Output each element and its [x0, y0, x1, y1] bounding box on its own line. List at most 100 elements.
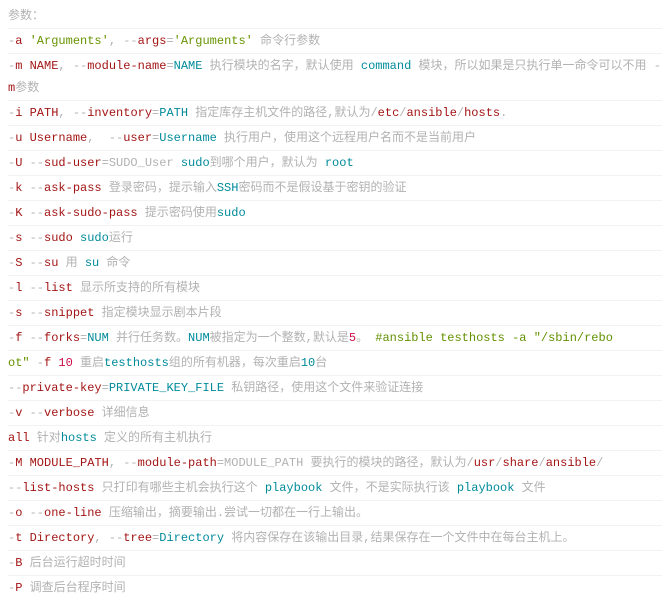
code-line-0: 参数： [8, 4, 662, 28]
token-grey: 指定库存主机文件的路径,默认为/ [188, 106, 378, 120]
token-sel: verbose [44, 406, 94, 420]
token-val: su [85, 256, 99, 270]
token-grey: 定义的所有主机执行 [97, 431, 212, 445]
token-val: hosts [61, 431, 97, 445]
token-grey: . [500, 106, 507, 120]
token-grey: 登录密码，提示输入 [102, 181, 217, 195]
token-grey [73, 231, 80, 245]
token-grey: / [539, 456, 546, 470]
token-val: sudo [181, 156, 210, 170]
token-grey: 调查后台程序时间 [22, 581, 125, 595]
token-grey: -- [22, 256, 44, 270]
token-sel: module-name [87, 59, 166, 73]
token-grey: , -- [58, 106, 87, 120]
code-line-17: -M MODULE_PATH, --module-path=MODULE_PAT… [8, 450, 662, 475]
code-line-7: -K --ask-sudo-pass 提示密码使用sudo [8, 200, 662, 225]
code-line-21: -B 后台运行超时时间 [8, 550, 662, 575]
code-line-10: -l --list 显示所支持的所有模块 [8, 275, 662, 300]
token-grey: 重启 [73, 356, 104, 370]
token-sel: module-path [138, 456, 217, 470]
token-grey: 组的所有机器，每次重启 [169, 356, 301, 370]
token-grey: 被指定为一个整数,默认是 [210, 331, 349, 345]
token-grey: 详细信息 [94, 406, 149, 420]
token-grey: 执行模块的名字，默认使用 [202, 59, 360, 73]
token-sel: all [8, 431, 30, 445]
token-sel: u Username [15, 131, 87, 145]
token-grey: -- [22, 306, 44, 320]
token-val: testhosts [104, 356, 169, 370]
token-val: command [361, 59, 411, 73]
token-grey: , -- [109, 34, 138, 48]
token-grey: 执行用户，使用这个远程用户名而不是当前用户 [217, 131, 476, 145]
token-grey: 模块，所以如果是只执行单一命令可以不用 - [411, 59, 661, 73]
token-grey: 命令 [99, 256, 130, 270]
token-grey: 文件 [514, 481, 545, 495]
token-grey: , -- [94, 531, 123, 545]
token-val: NUM [188, 331, 210, 345]
token-sel: private-key [22, 381, 101, 395]
code-line-16: all 针对hosts 定义的所有主机执行 [8, 425, 662, 450]
token-sel: ansible [406, 106, 456, 120]
token-sel: M MODULE_PATH [15, 456, 109, 470]
token-sel: etc [378, 106, 400, 120]
token-sel: P [15, 581, 22, 595]
token-val: PATH [159, 106, 188, 120]
token-grey: - [8, 556, 15, 570]
token-grey: 运行 [109, 231, 133, 245]
token-grey: 只打印有哪些主机会执行这个 [94, 481, 264, 495]
token-val: 10 [301, 356, 315, 370]
token-sel: sud-user [44, 156, 102, 170]
token-val: NAME [174, 59, 203, 73]
token-sel: inventory [87, 106, 152, 120]
code-line-20: -t Directory, --tree=Directory 将内容保存在该输出… [8, 525, 662, 550]
token-sel: list [44, 281, 73, 295]
token-grey: / [596, 456, 603, 470]
token-val: playbook [457, 481, 515, 495]
token-sel: one-line [44, 506, 102, 520]
token-grey: , -- [109, 456, 138, 470]
code-line-15: -v --verbose 详细信息 [8, 400, 662, 425]
code-line-1: -a 'Arguments', --args='Arguments' 命令行参数 [8, 28, 662, 53]
token-grey: / [495, 456, 502, 470]
token-sel: t Directory [15, 531, 94, 545]
code-line-22: -P 调查后台程序时间 [8, 575, 662, 600]
token-grey: 命令行参数 [253, 34, 320, 48]
token-sel: m NAME [15, 59, 58, 73]
token-val: root [325, 156, 354, 170]
token-sel: ask-sudo-pass [44, 206, 138, 220]
token-sel: su [44, 256, 58, 270]
token-grey: - [30, 356, 44, 370]
code-line-14: --private-key=PRIVATE_KEY_FILE 私钥路径，使用这个… [8, 375, 662, 400]
code-line-19: -o --one-line 压缩输出，摘要输出.尝试一切都在一行上输出。 [8, 500, 662, 525]
token-grey: 用 [58, 256, 84, 270]
token-grey: -- [22, 231, 44, 245]
token-sel: B [15, 556, 22, 570]
token-val: NUM [87, 331, 109, 345]
token-grey: 文件，不是实际执行该 [322, 481, 456, 495]
token-sel: ask-pass [44, 181, 102, 195]
token-val: PRIVATE_KEY_FILE [109, 381, 224, 395]
token-sel: args [138, 34, 167, 48]
code-line-6: -k --ask-pass 登录密码，提示输入SSH密码而不是假设基于密钥的验证 [8, 175, 662, 200]
token-grey: = [166, 34, 173, 48]
token-cmt: #ansible testhosts -a "/sbin/rebo [375, 331, 613, 345]
token-grey: 私钥路径，使用这个文件来验证连接 [224, 381, 423, 395]
token-sel: i PATH [15, 106, 58, 120]
token-sel: a [15, 34, 29, 48]
token-grey: 提示密码使用 [138, 206, 217, 220]
token-grey: 后台运行超时时间 [22, 556, 125, 570]
token-val: SSH [217, 181, 239, 195]
code-line-11: -s --snippet 指定模块显示剧本片段 [8, 300, 662, 325]
token-grey: 参数： [8, 9, 44, 23]
code-line-8: -s --sudo sudo运行 [8, 225, 662, 250]
token-grey: -- [22, 206, 44, 220]
token-grey: 台 [315, 356, 327, 370]
token-sel: forks [44, 331, 80, 345]
token-sel: sudo [44, 231, 73, 245]
token-grey: = [102, 381, 109, 395]
token-sel: share [503, 456, 539, 470]
token-prop: 'Arguments' [174, 34, 253, 48]
token-val: Username [159, 131, 217, 145]
token-cmt: ot" [8, 356, 30, 370]
token-grey: -- [22, 181, 44, 195]
